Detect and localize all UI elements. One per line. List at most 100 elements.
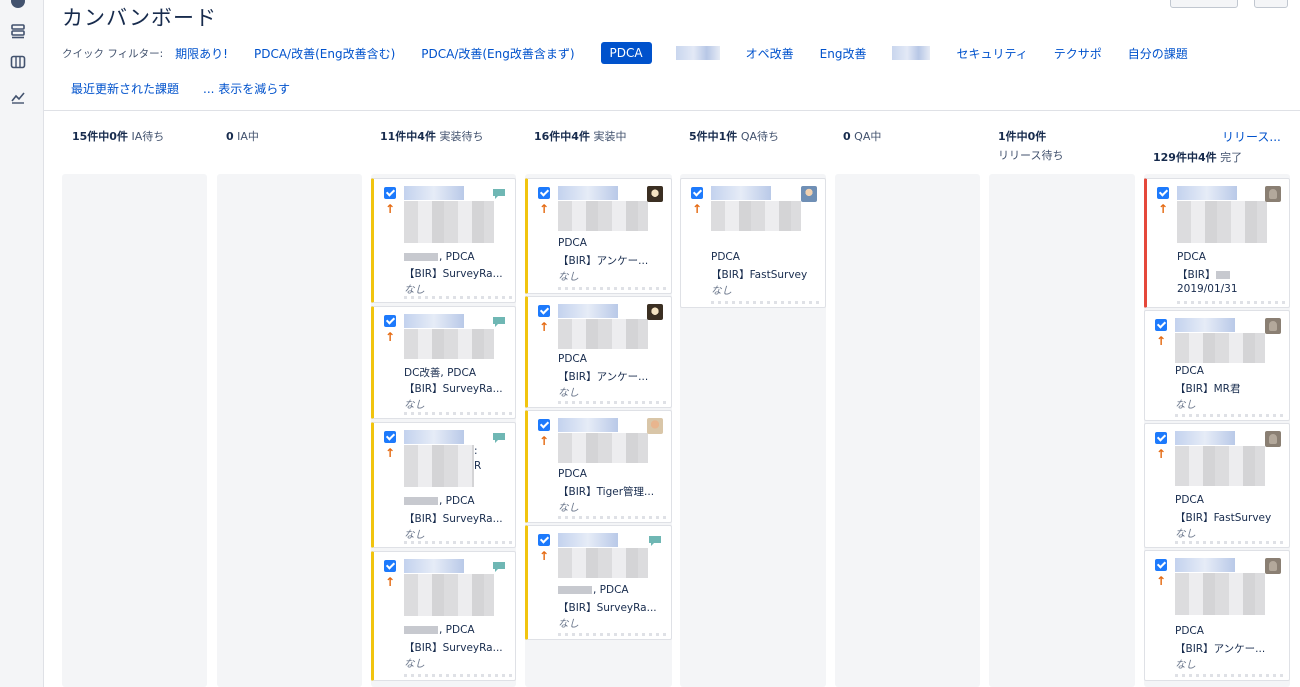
issue-due-date: なし [558, 502, 579, 514]
column-ia-in-progress [217, 174, 362, 687]
card-footer-dots [558, 633, 668, 636]
issue-epic: 【BIR】SurveyRa... [404, 642, 503, 654]
chat-icon [491, 314, 507, 330]
issue-key-redacted[interactable] [711, 186, 771, 200]
issue-key-redacted[interactable] [558, 186, 618, 200]
filter-deadline[interactable]: 期限あり! [175, 45, 228, 62]
card-footer-dots [404, 296, 514, 299]
issue-summary-redacted [558, 201, 648, 231]
board-menu-button[interactable] [1170, 0, 1238, 8]
filter-ops-improvement[interactable]: オペ改善 [746, 45, 794, 62]
issue-summary-redacted [558, 548, 648, 578]
issue-key-redacted[interactable] [1175, 558, 1235, 572]
issue-card[interactable]: ↑ PDCA 【BIR】Tiger管理... なし [525, 410, 672, 523]
column-count: 1件中0件 [998, 130, 1047, 143]
board-icon[interactable] [9, 53, 27, 71]
issue-epic: 【BIR】アンケー... [558, 371, 649, 383]
filter-pdca-excl-eng[interactable]: PDCA/改善(Eng改善含まず) [421, 45, 574, 62]
user-avatar[interactable] [1265, 186, 1281, 202]
user-avatar[interactable] [647, 304, 663, 320]
user-avatar[interactable] [1265, 318, 1281, 334]
user-avatar[interactable] [647, 186, 663, 202]
quick-filters-row-2: 最近更新された課題 ... 表示を減らす [71, 80, 316, 97]
issue-due-date: なし [404, 399, 425, 411]
issue-card[interactable]: ↑ , PDCA 【BIR】SurveyRa... なし [525, 525, 672, 640]
reports-icon[interactable] [9, 88, 27, 106]
issue-key-redacted[interactable] [1175, 431, 1235, 445]
issue-summary-fragment: : [474, 445, 478, 457]
issue-labels: PDCA [558, 237, 587, 249]
issue-summary-redacted [558, 319, 648, 349]
priority-high-icon: ↑ [539, 202, 550, 216]
issue-card[interactable]: ↑ DC改善, PDCA 【BIR】SurveyRa... なし [371, 306, 516, 419]
card-footer-dots [558, 516, 668, 519]
issue-card[interactable]: ↑ PDCA 【BIR】MR君 なし [1144, 310, 1290, 421]
issue-labels: PDCA [558, 353, 587, 365]
column-qa-in-progress [835, 174, 980, 687]
priority-high-icon: ↑ [1156, 447, 1167, 461]
column-header-impl-in-progress: 16件中4件 実装中 [534, 128, 626, 144]
issue-key-redacted[interactable] [1175, 318, 1235, 332]
user-avatar[interactable] [801, 186, 817, 202]
backlog-icon[interactable] [9, 22, 27, 40]
issue-card[interactable]: ↑ , PDCA 【BIR】SurveyRa... なし [371, 178, 516, 303]
card-footer-dots [404, 674, 514, 677]
issue-epic: 【BIR】SurveyRa... [558, 602, 657, 614]
issue-card[interactable]: ↑ , PDCA 【BIR】SurveyRa... なし [371, 551, 516, 681]
filter-tech-support[interactable]: テクサポ [1054, 45, 1102, 62]
issue-card[interactable]: ↑ PDCA 【BIR】アンケー... なし [1144, 550, 1290, 681]
chat-icon [491, 186, 507, 202]
card-footer-dots [1175, 414, 1285, 417]
filter-pdca-incl-eng[interactable]: PDCA/改善(Eng改善含む) [254, 45, 395, 62]
filter-recently-updated[interactable]: 最近更新された課題 [71, 80, 179, 97]
column-header-release-waiting: 1件中0件リリース待ち [998, 128, 1063, 163]
issue-labels: PDCA [1175, 365, 1204, 377]
filter-pdca[interactable]: PDCA [600, 42, 652, 64]
column-count: 129件中4件 [1153, 151, 1217, 164]
issue-labels: PDCA [1177, 251, 1206, 263]
issue-summary-fragment: R [474, 460, 482, 472]
issue-key-redacted[interactable] [1177, 186, 1237, 200]
filter-eng-improvement[interactable]: Eng改善 [820, 45, 867, 62]
issue-card[interactable]: ↑ PDCA 【BIR】アンケー... なし [525, 296, 672, 408]
issue-epic: 【BIR】SurveyRa... [404, 268, 503, 280]
filter-my-issues[interactable]: 自分の課題 [1128, 45, 1188, 62]
issue-card[interactable]: ↑ PDCA 【BIR】FastSurvey なし [1144, 423, 1290, 548]
release-link[interactable]: リリース... [1222, 128, 1281, 145]
issue-type-icon [538, 419, 550, 431]
priority-high-icon: ↑ [1158, 202, 1169, 216]
issue-summary-redacted [1175, 333, 1265, 363]
filter-redacted[interactable] [892, 46, 931, 60]
issue-card[interactable]: ↑ PDCA 【BIR】FastSurvey なし [680, 178, 826, 308]
column-name: リリース待ち [998, 149, 1064, 162]
issue-labels: PDCA [1175, 494, 1204, 506]
issue-key-redacted[interactable] [404, 430, 464, 444]
priority-high-icon: ↑ [385, 330, 396, 344]
user-avatar[interactable] [647, 418, 663, 434]
issue-key-redacted[interactable] [558, 418, 618, 432]
priority-high-icon: ↑ [539, 549, 550, 563]
issue-epic: 【BIR】FastSurvey [1175, 512, 1272, 524]
priority-high-icon: ↑ [1156, 574, 1167, 588]
more-button[interactable] [1254, 0, 1288, 8]
show-less-link[interactable]: ... 表示を減らす [203, 80, 290, 97]
issue-card[interactable]: ↑ PDCA 【BIR】 2019/01/31 [1144, 178, 1290, 308]
issue-card[interactable]: ↑ PDCA 【BIR】アンケー... なし [525, 178, 672, 294]
issue-summary-redacted [404, 445, 474, 487]
filter-redacted[interactable] [675, 46, 720, 60]
user-avatar[interactable] [1265, 558, 1281, 574]
issue-key-redacted[interactable] [404, 559, 464, 573]
chat-icon [491, 559, 507, 575]
issue-key-redacted[interactable] [558, 533, 618, 547]
priority-high-icon: ↑ [539, 434, 550, 448]
issue-key-redacted[interactable] [404, 314, 464, 328]
issue-key-redacted[interactable] [558, 304, 618, 318]
column-ia-waiting [62, 174, 207, 687]
issue-card[interactable]: ↑ : R , PDCA 【BIR】SurveyRa... なし [371, 422, 516, 548]
user-avatar[interactable] [1265, 431, 1281, 447]
filter-security[interactable]: セキュリティ [956, 45, 1027, 62]
card-footer-dots [558, 287, 668, 290]
header-divider [44, 110, 1300, 111]
info-icon[interactable] [9, 0, 27, 10]
issue-key-redacted[interactable] [404, 186, 464, 200]
